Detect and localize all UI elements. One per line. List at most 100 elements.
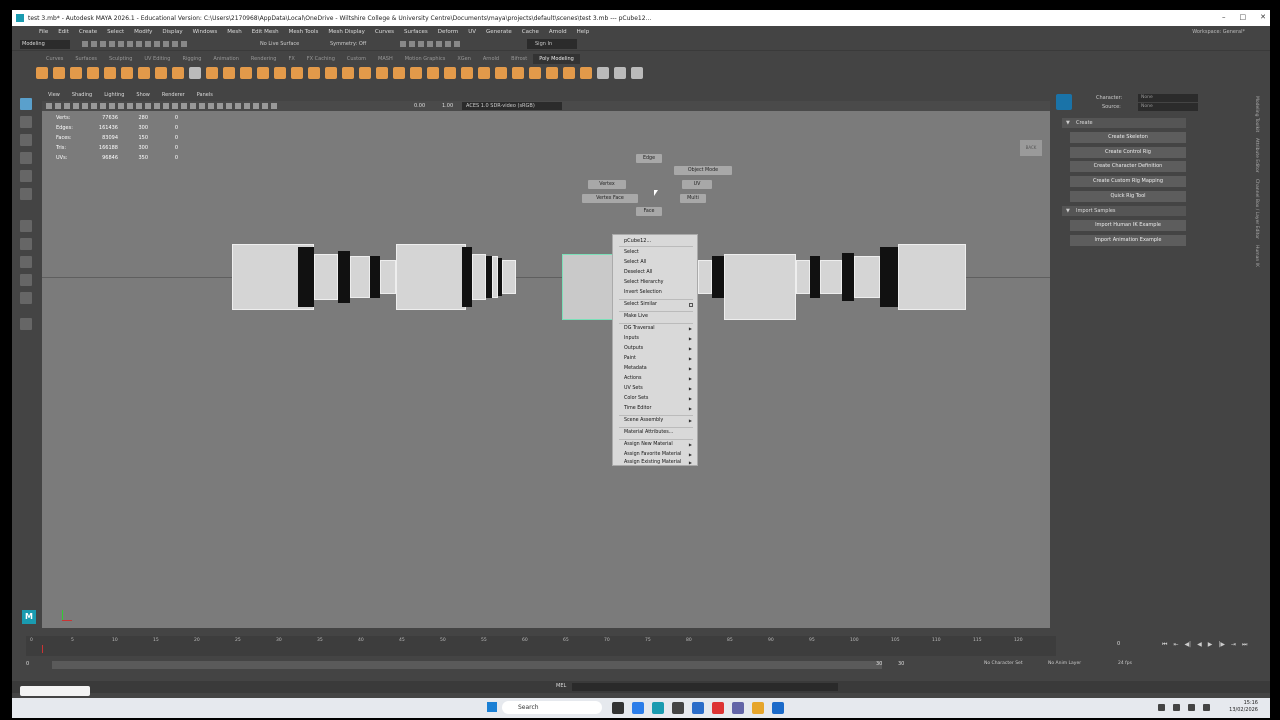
new-scene-icon[interactable]: [82, 41, 88, 47]
smooth-icon[interactable]: [240, 67, 252, 79]
ctx-make-live[interactable]: Make Live: [624, 313, 696, 321]
ctx-dg-traversal[interactable]: DG Traversal ▶: [624, 325, 696, 333]
step-forward-key-icon[interactable]: ⇥: [1231, 641, 1236, 649]
teams-icon[interactable]: [732, 702, 744, 714]
volume-icon[interactable]: [1203, 704, 1210, 711]
range-end-inner-field[interactable]: 30: [876, 661, 882, 667]
colorspace-dropdown[interactable]: ACES 1.0 SDR-video (sRGB): [462, 102, 562, 110]
panel-menu-renderer[interactable]: Renderer: [156, 90, 191, 101]
append-icon[interactable]: [359, 67, 371, 79]
anti-aliasing-icon[interactable]: [226, 103, 232, 109]
go-to-start-icon[interactable]: ⏮: [1162, 641, 1167, 649]
windows-start-icon[interactable]: [487, 702, 497, 712]
persp-outliner-layout-icon[interactable]: [20, 256, 32, 268]
word-icon[interactable]: [692, 702, 704, 714]
marking-menu-uv[interactable]: UV: [682, 180, 712, 189]
option-box-icon[interactable]: [689, 303, 693, 307]
outliner-layout-icon[interactable]: [20, 292, 32, 304]
workspace-selector[interactable]: Workspace: General*: [1187, 29, 1250, 35]
range-end-field[interactable]: 30: [898, 661, 904, 667]
play-forwards-icon[interactable]: ▶: [1208, 641, 1213, 649]
ctx-select-all[interactable]: Select All: [624, 259, 696, 267]
model-pillar[interactable]: [880, 247, 898, 307]
shelf-tab-custom[interactable]: Custom: [341, 54, 372, 64]
use-all-lights-icon[interactable]: [190, 103, 196, 109]
ctx-outputs[interactable]: Outputs ▶: [624, 345, 696, 353]
tab-attribute-editor[interactable]: Attribute Editor: [1254, 138, 1259, 173]
far-clip-value[interactable]: 1.00: [442, 101, 453, 111]
single-perspective-layout-icon[interactable]: [20, 220, 32, 232]
tab-channel-box[interactable]: Channel Box / Layer Editor: [1254, 179, 1259, 239]
import-animation-example-button[interactable]: Import Animation Example: [1070, 235, 1186, 246]
menu-create[interactable]: Create: [74, 29, 102, 35]
model-pillar[interactable]: [810, 256, 820, 298]
poly-cone-icon[interactable]: [87, 67, 99, 79]
quadrangulate-icon[interactable]: [512, 67, 524, 79]
command-input[interactable]: [572, 683, 838, 691]
ctx-scene-assembly[interactable]: Scene Assembly ▶: [624, 417, 696, 425]
fps-dropdown[interactable]: 24 fps: [1118, 661, 1132, 666]
tray-chevron-icon[interactable]: [1158, 704, 1165, 711]
close-icon[interactable]: ✕: [1260, 13, 1266, 21]
menu-mesh-tools[interactable]: Mesh Tools: [284, 29, 324, 35]
panel-menu-view[interactable]: View: [42, 90, 66, 101]
menu-deform[interactable]: Deform: [433, 29, 463, 35]
near-clip-value[interactable]: 0.00: [414, 101, 425, 111]
shelf-tab-arnold[interactable]: Arnold: [477, 54, 505, 64]
menu-file[interactable]: File: [34, 29, 53, 35]
menu-set-dropdown[interactable]: Modeling: [20, 40, 70, 49]
marking-menu-vertex[interactable]: Vertex: [588, 180, 626, 189]
menu-curves[interactable]: Curves: [370, 29, 399, 35]
marking-menu-face[interactable]: Face: [636, 207, 662, 216]
onedrive-icon[interactable]: [1173, 704, 1180, 711]
marking-menu-vertex-face[interactable]: Vertex Face: [582, 194, 638, 203]
gate-mask-icon[interactable]: [109, 103, 115, 109]
select-object-icon[interactable]: [136, 41, 142, 47]
step-forward-frame-icon[interactable]: |▶: [1218, 641, 1225, 649]
render-settings-icon[interactable]: [400, 41, 406, 47]
ctx-assign-existing-material[interactable]: Assign Existing Material ▶: [624, 459, 696, 467]
camera-attributes-icon[interactable]: [55, 103, 61, 109]
select-component-icon[interactable]: [145, 41, 151, 47]
maximize-icon[interactable]: □: [1240, 13, 1247, 21]
ctx-select-similar[interactable]: Select Similar: [624, 301, 696, 309]
scale-tool-icon[interactable]: [20, 188, 32, 200]
chrome-icon[interactable]: [712, 702, 724, 714]
poly-cylinder-icon[interactable]: [70, 67, 82, 79]
select-hierarchy-icon[interactable]: [127, 41, 133, 47]
wireframe-icon[interactable]: [145, 103, 151, 109]
bevel-icon[interactable]: [342, 67, 354, 79]
ctx-material-attributes[interactable]: Material Attributes...: [624, 429, 696, 437]
menu-surfaces[interactable]: Surfaces: [399, 29, 433, 35]
quad-draw-icon[interactable]: [410, 67, 422, 79]
shelf-tab-rigging[interactable]: Rigging: [176, 54, 207, 64]
multi-cut-icon[interactable]: [376, 67, 388, 79]
character-set-dropdown[interactable]: No Character Set: [984, 661, 1023, 666]
create-control-rig-button[interactable]: Create Control Rig: [1070, 147, 1186, 158]
safe-action-icon[interactable]: [127, 103, 133, 109]
create-skeleton-button[interactable]: Create Skeleton: [1070, 132, 1186, 143]
symmetry-label[interactable]: Symmetry: Off: [330, 40, 366, 49]
sign-in-button[interactable]: Sign In: [527, 39, 577, 49]
menu-edit-mesh[interactable]: Edit Mesh: [247, 29, 284, 35]
panel-menu-show[interactable]: Show: [130, 90, 156, 101]
default-material-icon[interactable]: [163, 103, 169, 109]
poly-type-icon[interactable]: [155, 67, 167, 79]
menu-modify[interactable]: Modify: [129, 29, 157, 35]
shelf-tab-poly-modeling[interactable]: Poly Modeling: [533, 54, 580, 64]
ctx-select[interactable]: Select: [624, 249, 696, 257]
step-back-key-icon[interactable]: ⇤: [1173, 641, 1178, 649]
triangulate-icon[interactable]: [495, 67, 507, 79]
xray-joints-icon[interactable]: [262, 103, 268, 109]
tab-modeling-toolkit[interactable]: Modeling Toolkit: [1254, 96, 1259, 132]
current-frame-field[interactable]: 0: [1117, 641, 1120, 647]
svg-icon[interactable]: [172, 67, 184, 79]
persp-graph-layout-icon[interactable]: [20, 274, 32, 286]
poke-icon[interactable]: [461, 67, 473, 79]
xray-icon[interactable]: [253, 103, 259, 109]
model-wall-segment[interactable]: [796, 260, 810, 294]
boolean-icon[interactable]: [257, 67, 269, 79]
rotate-tool-icon[interactable]: [20, 170, 32, 182]
pause-icon[interactable]: [454, 41, 460, 47]
hypershade-icon[interactable]: [427, 41, 433, 47]
